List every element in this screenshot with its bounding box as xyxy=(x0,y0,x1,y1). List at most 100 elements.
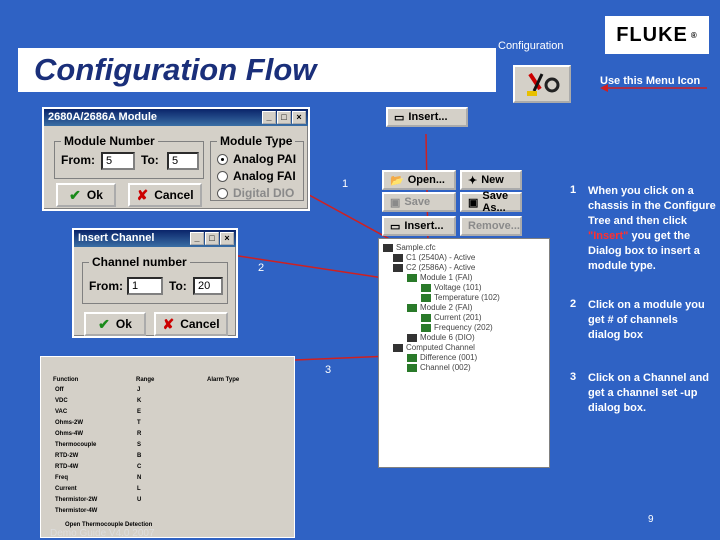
tree-item[interactable]: Module 1 (FAI) xyxy=(407,273,472,282)
function-option[interactable]: Thermistor-2W xyxy=(55,497,97,503)
range-option[interactable]: B xyxy=(137,453,141,459)
file-icon xyxy=(383,243,393,252)
radio-label: Analog PAI xyxy=(233,152,297,166)
tree-item[interactable]: C1 (2540A) - Active xyxy=(393,253,475,262)
node-icon xyxy=(407,363,417,372)
node-icon xyxy=(421,313,431,322)
ok-label: Ok xyxy=(115,317,132,331)
function-option[interactable]: VDC xyxy=(55,398,68,404)
tree-item[interactable]: Computed Channel xyxy=(393,343,475,352)
radio-analog-fai[interactable]: Analog FAI xyxy=(217,169,296,183)
module-dialog: 2680A/2686A Module _ □ × Module Number F… xyxy=(42,107,310,211)
module-to-field[interactable]: 5 xyxy=(167,152,199,170)
range-option[interactable]: T xyxy=(137,420,141,426)
range-option[interactable]: J xyxy=(137,387,140,393)
function-option[interactable]: RTD-2W xyxy=(55,453,78,459)
tree-item[interactable]: Channel (002) xyxy=(407,363,471,372)
range-option[interactable]: R xyxy=(137,431,141,437)
tree-label: Current (201) xyxy=(434,313,482,322)
save-as-button[interactable]: ▣ Save As... xyxy=(460,190,522,214)
radio-analog-pai[interactable]: Analog PAI xyxy=(217,152,296,166)
new-label: New xyxy=(481,174,504,186)
open-button[interactable]: 📂 Open... xyxy=(382,170,456,190)
function-option[interactable]: Ohms-2W xyxy=(55,420,83,426)
range-option[interactable]: K xyxy=(137,398,141,404)
channel-dialog: Insert Channel _ □ × Channel number From… xyxy=(72,228,238,338)
minimize-icon[interactable]: _ xyxy=(262,111,276,124)
node-icon xyxy=(393,263,403,272)
checkmark-icon: ✔ xyxy=(69,186,81,203)
tree-root[interactable]: Sample.cfc xyxy=(383,243,436,252)
function-option[interactable]: VAC xyxy=(55,409,67,415)
node-icon xyxy=(421,283,431,292)
module-dialog-titlebar: 2680A/2686A Module _ □ × xyxy=(44,109,308,126)
tree-item[interactable]: Module 2 (FAI) xyxy=(407,303,472,312)
close-icon[interactable]: × xyxy=(292,111,306,124)
channel-dialog-titlebar: Insert Channel _ □ × xyxy=(74,230,236,247)
note-highlight: "Insert" xyxy=(588,230,629,242)
tree-item[interactable]: C2 (2586A) - Active xyxy=(393,263,475,272)
save-button[interactable]: ▣ Save xyxy=(382,192,456,212)
range-option[interactable]: S xyxy=(137,442,141,448)
function-option[interactable]: Ohms-4W xyxy=(55,431,83,437)
function-option[interactable]: Thermocouple xyxy=(55,442,96,448)
module-cancel-button[interactable]: ✘ Cancel xyxy=(128,183,202,207)
range-option[interactable]: U xyxy=(137,497,141,503)
function-option[interactable]: RTD-4W xyxy=(55,464,78,470)
range-option[interactable]: L xyxy=(137,486,141,492)
tree-item[interactable]: Temperature (102) xyxy=(421,293,500,302)
maximize-icon[interactable]: □ xyxy=(205,232,219,245)
node-icon xyxy=(421,323,431,332)
range-option[interactable]: C xyxy=(137,464,141,470)
module-dialog-title: 2680A/2686A Module xyxy=(48,111,158,123)
note-text: When you click on a chassis in the Confi… xyxy=(588,185,716,227)
channel-to-field[interactable]: 20 xyxy=(193,277,223,295)
maximize-icon[interactable]: □ xyxy=(277,111,291,124)
function-option[interactable]: Off xyxy=(55,387,64,393)
disk-icon: ▣ xyxy=(390,196,401,209)
module-from-field[interactable]: 5 xyxy=(101,152,135,170)
range-option[interactable]: N xyxy=(137,475,141,481)
new-icon: ✦ xyxy=(468,174,478,187)
radio-digital-dio[interactable]: Digital DIO xyxy=(217,186,294,200)
remove-button[interactable]: Remove... xyxy=(460,216,522,236)
channel-from-field[interactable]: 1 xyxy=(127,277,163,295)
tree-item[interactable]: Voltage (101) xyxy=(421,283,482,292)
tree-item[interactable]: Difference (001) xyxy=(407,353,477,362)
close-icon[interactable]: × xyxy=(220,232,234,245)
configure-tree[interactable]: Sample.cfc C1 (2540A) - Active C2 (2586A)… xyxy=(378,238,550,468)
tree-label: Difference (001) xyxy=(420,353,478,362)
remove-label: Remove... xyxy=(468,220,520,232)
save-as-label: Save As... xyxy=(482,190,509,214)
range-option[interactable]: E xyxy=(137,409,141,415)
channel-ok-button[interactable]: ✔ Ok xyxy=(84,312,146,336)
note-2: Click on a module you get # of channels … xyxy=(588,299,705,341)
alarm-type-label: Alarm Type xyxy=(207,377,240,383)
tree-item[interactable]: Current (201) xyxy=(421,313,482,322)
tree-item[interactable]: Module 6 (DIO) xyxy=(407,333,475,342)
function-option[interactable]: Freq xyxy=(55,475,68,481)
function-option[interactable]: Current xyxy=(55,486,77,492)
insert-menu-button[interactable]: ▭ Insert... xyxy=(386,107,468,127)
module-ok-button[interactable]: ✔ Ok xyxy=(56,183,116,207)
marker-3: 3 xyxy=(325,364,332,376)
slide: Configuration FLUKE ® Configuration Flow … xyxy=(0,0,720,540)
channel-cancel-button[interactable]: ✘ Cancel xyxy=(154,312,228,336)
tree-label: Module 1 (FAI) xyxy=(420,273,473,282)
radio-label: Analog FAI xyxy=(233,169,296,183)
new-button[interactable]: ✦ New xyxy=(460,170,522,190)
window-controls: _ □ × xyxy=(262,109,308,126)
note-1: When you click on a chassis in the Confi… xyxy=(588,184,716,274)
tree-label: Channel (002) xyxy=(420,363,471,372)
insert-button[interactable]: ▭ Insert... xyxy=(382,216,456,236)
minimize-icon[interactable]: _ xyxy=(190,232,204,245)
tree-item[interactable]: Frequency (202) xyxy=(421,323,493,332)
channel-number-group: Channel number From: 1 To: 20 xyxy=(82,255,228,304)
checkmark-icon: ✔ xyxy=(98,315,110,332)
range-label: Range xyxy=(136,377,155,383)
function-option[interactable]: Thermistor-4W xyxy=(55,508,97,514)
module-type-group: Module Type Analog PAI Analog FAI Digita… xyxy=(210,134,304,201)
tree-label: C1 (2540A) - Active xyxy=(406,253,476,262)
node-icon xyxy=(407,303,417,312)
to-label: To: xyxy=(141,153,159,167)
